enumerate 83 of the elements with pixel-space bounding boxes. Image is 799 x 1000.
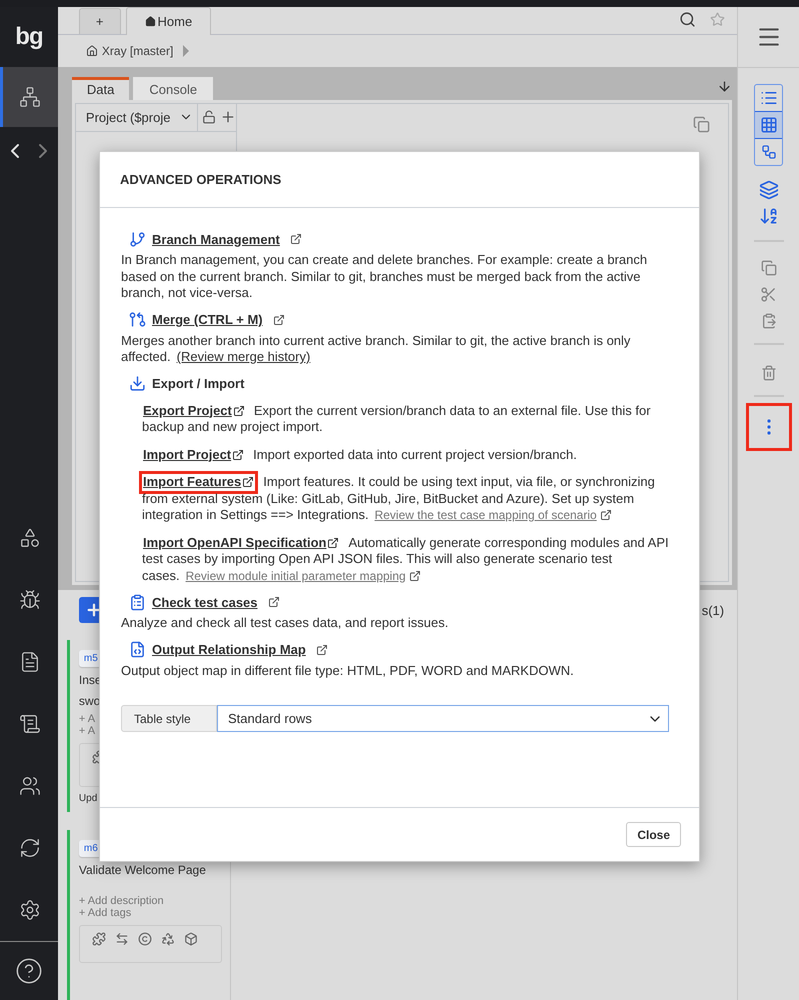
triangle-icon [183, 45, 190, 58]
sync-icon[interactable] [19, 837, 42, 859]
box-icon[interactable] [184, 932, 198, 946]
file-icon [129, 641, 146, 658]
external-link-icon [327, 536, 340, 549]
external-link-icon [316, 644, 328, 656]
field-label: Table style [121, 705, 217, 732]
more-icon [766, 419, 771, 435]
action-link[interactable]: Import Features [139, 471, 258, 494]
swap-icon[interactable] [114, 932, 129, 946]
description: Output object map in different file type: HTML, PDF, WORD and MARKDOWN. [121, 662, 575, 679]
star-icon[interactable] [710, 12, 726, 28]
close-button[interactable]: Close [626, 822, 681, 847]
review-link[interactable]: Review module initial parameter mapping [186, 568, 406, 582]
copyright-icon[interactable] [138, 932, 152, 946]
grid-icon [760, 116, 778, 134]
tree-icon [760, 144, 777, 160]
paste-icon[interactable] [760, 313, 777, 329]
external-link-icon [232, 448, 244, 461]
external-link-icon [272, 314, 285, 326]
branch-icon [129, 230, 146, 248]
table-style-select[interactable]: Standard rows [217, 705, 669, 732]
external-link-icon [232, 404, 245, 417]
search-icon[interactable] [679, 11, 696, 28]
breadcrumb[interactable]: Xray [master] [102, 44, 174, 58]
description: Import Features Import features. It could be using text input, via file, or synchronizing from external system (Like: GitLab, GitHub, Jire, BitBucket and Azure). Set up system integration in Settings ==> Integrations. Review the test case mapping of scenario [142, 474, 669, 524]
description: Merges another branch into current active branch. Similar to git, the active branch is only affected. (Review merge history) [121, 332, 632, 366]
description: Import Project Import exported data into current project version/branch. [142, 446, 669, 463]
trash-icon[interactable] [760, 365, 777, 381]
clipboard-icon [129, 594, 146, 610]
copy-icon[interactable] [693, 116, 710, 133]
scroll-icon[interactable] [19, 713, 42, 735]
arrow-down-icon[interactable] [717, 78, 732, 94]
recycle-icon[interactable] [160, 932, 175, 946]
dialog-title: ADVANCED OPERATIONS [120, 172, 282, 187]
more-button[interactable] [746, 403, 792, 451]
action-link[interactable]: Export Project [139, 400, 249, 422]
bug-icon[interactable] [19, 589, 42, 611]
tab[interactable]: Data [72, 76, 130, 100]
nav-item[interactable] [0, 67, 58, 127]
settings-icon[interactable] [19, 899, 42, 921]
external-link-icon [290, 233, 302, 245]
sitemap-icon[interactable] [19, 86, 42, 108]
description: In Branch management, you can create and delete branches. For example: create a branch based on the current branch. Similar to git, branches must be merged back from the active branch, not vice-versa. [121, 252, 648, 302]
section-title: Export / Import [152, 376, 244, 391]
updated-label: Upd [78, 793, 98, 804]
tab-label[interactable]: s(1) [702, 602, 724, 618]
card-title: Validate Welcome Page [78, 863, 207, 878]
section-link[interactable]: Check test cases [152, 594, 258, 610]
list-icon [760, 89, 778, 107]
project-select[interactable]: Project ($proje [76, 104, 198, 131]
view-mode-button[interactable] [755, 111, 782, 139]
merge-icon [129, 311, 146, 328]
download-icon [129, 375, 146, 392]
section-link[interactable]: Merge (CTRL + M) [152, 312, 263, 327]
action-link[interactable]: Import Project [139, 444, 248, 466]
review-link[interactable]: (Review merge history) [176, 349, 310, 364]
copy-icon[interactable] [760, 260, 777, 276]
logo[interactable]: bg [0, 7, 58, 67]
external-link-icon [600, 509, 612, 521]
description: Export Project Export the current version/branch data to an external file. Use this for backup and new project import. [142, 402, 669, 436]
external-link-icon [409, 570, 422, 582]
sort-icon[interactable] [758, 206, 779, 226]
tab[interactable]: + [78, 8, 121, 34]
help-icon[interactable] [14, 957, 43, 985]
external-link-icon [268, 596, 280, 608]
description: Analyze and check all test cases data, and report issues. [121, 615, 450, 632]
scissors-icon[interactable] [760, 286, 778, 303]
tab[interactable]: Console [133, 76, 214, 100]
home-icon [86, 45, 98, 58]
card-title: swo [78, 694, 102, 709]
users-icon[interactable] [19, 775, 42, 797]
action-link[interactable]: Import OpenAPI Specification [139, 532, 344, 554]
section-link[interactable]: Output Relationship Map [152, 642, 306, 657]
description: Import OpenAPI Specification Automatically generate corresponding modules and API test cases by importing Open API JSON files. This will also generate scenario test cases. Review module initial parameter mapping [142, 534, 669, 584]
review-link[interactable]: Review the test case mapping of scenario [374, 508, 597, 522]
lock-icon[interactable] [202, 110, 216, 124]
tab[interactable]: Home [126, 7, 212, 36]
shapes-icon[interactable] [19, 527, 42, 549]
layers-icon[interactable] [758, 180, 779, 200]
section-link[interactable]: Branch Management [152, 232, 280, 246]
external-link-icon [242, 476, 254, 488]
home-icon [144, 16, 156, 28]
